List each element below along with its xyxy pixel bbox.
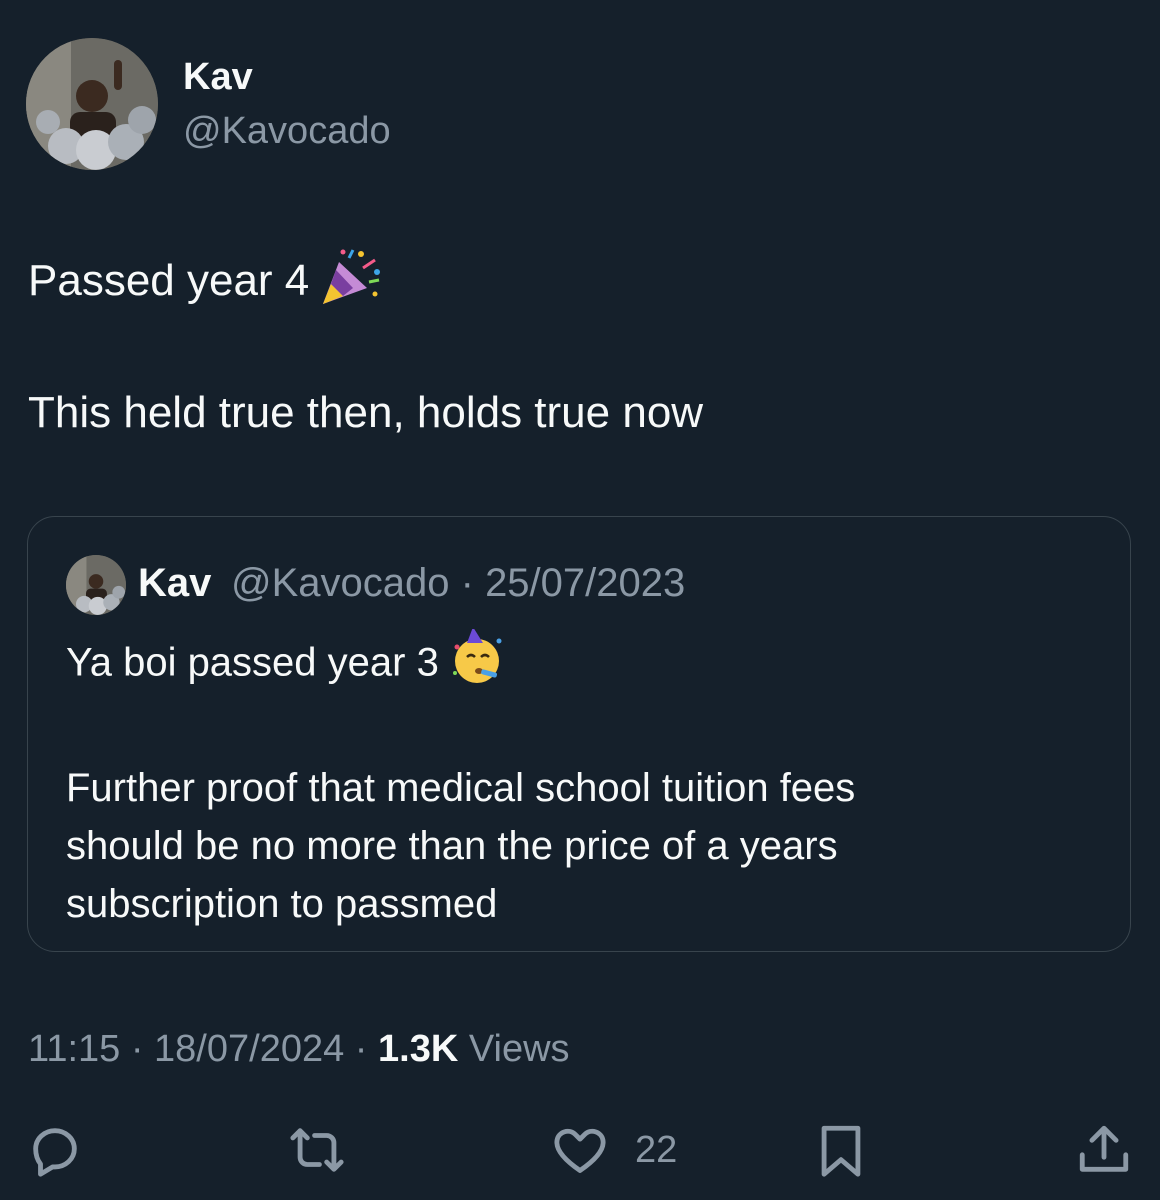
quoted-text-line-1: Ya boi passed year 3 xyxy=(66,627,1086,701)
tweet-text-line-2: This held true then, holds true now xyxy=(28,388,704,437)
quoted-author-handle-date: @Kavocado · 25/07/2023 xyxy=(231,561,686,605)
views-count: 1.3K xyxy=(378,1028,459,1070)
author-avatar[interactable] xyxy=(26,38,158,170)
quoted-text-line-4: subscription to passmed xyxy=(66,882,498,926)
reply-button[interactable] xyxy=(26,1110,84,1190)
retweet-button[interactable] xyxy=(288,1110,346,1190)
tweet-text: Passed year 4 xyxy=(28,256,310,306)
quoted-tweet[interactable]: Kav @Kavocado · 25/07/2023 Ya boi passed… xyxy=(27,516,1131,952)
like-icon xyxy=(554,1128,606,1173)
quoted-text-line-2: Further proof that medical school tuitio… xyxy=(66,766,856,810)
like-count: 22 xyxy=(635,1128,678,1171)
tweet-timestamp[interactable]: 11:15 · 18/07/2024 · xyxy=(28,1028,378,1070)
quoted-text-line-3: should be no more than the price of a ye… xyxy=(66,824,838,868)
quoted-author-avatar xyxy=(66,555,126,615)
party-popper-emoji-icon xyxy=(319,248,383,319)
author-handle[interactable]: @Kavocado xyxy=(183,110,391,153)
views-label: Views xyxy=(458,1028,570,1070)
action-bar: 22 xyxy=(0,1110,1160,1190)
quoted-text: Ya boi passed year 3 xyxy=(66,640,439,685)
bookmark-button[interactable] xyxy=(812,1110,870,1190)
partying-face-emoji-icon xyxy=(449,627,505,701)
quoted-tweet-text: Ya boi passed year 3 Further proof that … xyxy=(66,627,1086,933)
author-name[interactable]: Kav xyxy=(183,56,253,99)
tweet-meta: 11:15 · 18/07/2024 · 1.3K Views xyxy=(28,1028,570,1071)
retweet-icon xyxy=(290,1128,344,1172)
quoted-author-name: Kav xyxy=(138,561,212,605)
tweet-header: Kav @Kavocado xyxy=(26,38,726,170)
share-button[interactable] xyxy=(1075,1110,1133,1190)
quoted-text-spacer xyxy=(66,701,1086,759)
like-button[interactable]: 22 xyxy=(551,1110,677,1190)
tweet-text-line-1: Passed year 4 xyxy=(28,248,383,319)
share-icon xyxy=(1079,1125,1129,1172)
reply-icon xyxy=(33,1128,77,1177)
bookmark-icon xyxy=(821,1125,861,1177)
